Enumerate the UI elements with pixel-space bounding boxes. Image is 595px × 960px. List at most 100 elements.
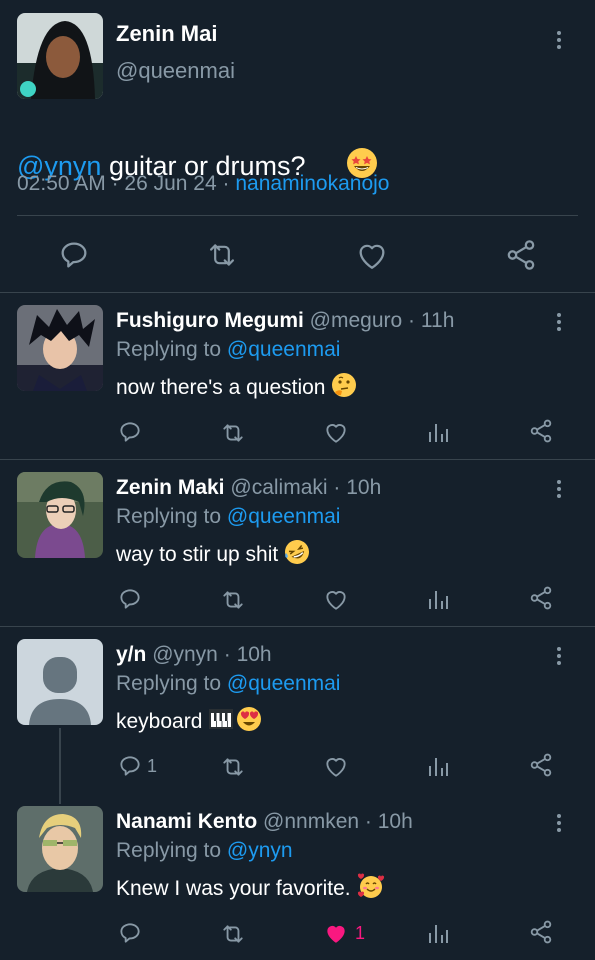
main-reply-button[interactable] — [57, 238, 91, 272]
reply-author-name[interactable]: Zenin Maki — [116, 476, 225, 499]
replying-to-handle[interactable]: @queenmai — [227, 672, 341, 695]
reply-button[interactable] — [117, 920, 147, 946]
reply-button[interactable]: 1 — [117, 753, 157, 779]
like-button[interactable] — [323, 587, 353, 611]
like-button-liked[interactable]: 1 — [323, 921, 365, 945]
reply-button[interactable] — [117, 586, 147, 612]
analytics-icon — [429, 424, 448, 442]
reply-body: keyboard — [116, 710, 203, 733]
retweet-button[interactable] — [219, 922, 247, 946]
reply-icon — [61, 242, 87, 268]
analytics-icon — [429, 591, 448, 609]
reply-avatar-megumi[interactable] — [17, 305, 103, 391]
replying-to-line: Replying to @ynyn — [116, 839, 293, 863]
main-author-handle[interactable]: @queenmai — [116, 58, 235, 84]
heart-filled-icon — [327, 925, 345, 943]
more-options-icon[interactable] — [557, 477, 563, 501]
share-button[interactable] — [528, 919, 554, 945]
analytics-icon — [429, 925, 448, 943]
reply-body: way to stir up shit — [116, 543, 279, 566]
tweet-meta: 02:50 AM · 26 Jun 24 · nanaminokanojo — [17, 172, 389, 196]
reply-icon — [120, 923, 140, 943]
reply-author-handle[interactable]: @meguro — [310, 309, 403, 332]
more-options-icon[interactable] — [557, 644, 563, 668]
reply-text: now there's a question — [116, 372, 357, 404]
meta-separator: · — [333, 476, 341, 499]
like-button[interactable] — [323, 420, 353, 444]
thread-line — [59, 728, 61, 804]
like-button[interactable] — [323, 754, 353, 778]
main-author-name[interactable]: Zenin Mai — [116, 21, 217, 47]
main-like-button[interactable] — [355, 239, 389, 271]
heart-icon — [359, 244, 385, 269]
main-tweet-text: @ynyn guitar or drums? — [17, 116, 378, 217]
reply-avatar-nanami[interactable] — [17, 806, 103, 892]
share-icon — [530, 586, 552, 610]
tweet-date: 26 Jun 24 — [124, 172, 217, 195]
meta-separator: · — [223, 643, 231, 666]
more-options-icon[interactable] — [557, 310, 563, 334]
replying-to-handle[interactable]: @queenmai — [227, 505, 341, 528]
like-count: 1 — [355, 922, 366, 943]
replying-to-label: Replying to — [116, 505, 222, 528]
reply-header: Fushiguro Megumi @meguro · 11h — [116, 309, 454, 333]
reply-author-handle[interactable]: @calimaki — [230, 476, 327, 499]
reply-header: Zenin Maki @calimaki · 10h — [116, 476, 381, 500]
divider — [0, 626, 595, 627]
reply-icon — [120, 422, 140, 442]
heart-icon — [326, 591, 346, 610]
share-button[interactable] — [528, 752, 554, 778]
replying-to-label: Replying to — [116, 839, 222, 862]
replying-to-label: Replying to — [116, 338, 222, 361]
retweet-button[interactable] — [219, 755, 247, 779]
reply-author-name[interactable]: Nanami Kento — [116, 810, 257, 833]
share-icon — [530, 753, 552, 777]
reply-author-name[interactable]: y/n — [116, 643, 146, 666]
meta-separator: · — [111, 172, 119, 195]
heart-icon — [326, 758, 346, 777]
reply-author-handle[interactable]: @nnmken — [263, 810, 359, 833]
share-button[interactable] — [528, 418, 554, 444]
replying-to-label: Replying to — [116, 672, 222, 695]
replying-to-handle[interactable]: @queenmai — [227, 338, 341, 361]
reply-button[interactable] — [117, 419, 147, 445]
analytics-button[interactable] — [427, 420, 449, 444]
reply-time: 11h — [420, 309, 455, 332]
reply-time: 10h — [236, 643, 272, 666]
meta-separator: · — [408, 309, 416, 332]
heart-eyes-emoji-icon — [236, 706, 262, 738]
reply-text: Knew I was your favorite. — [116, 873, 385, 905]
analytics-button[interactable] — [427, 587, 449, 611]
more-options-icon[interactable] — [557, 811, 563, 835]
reply-author-name[interactable]: Fushiguro Megumi — [116, 309, 304, 332]
star-struck-emoji-icon — [316, 116, 378, 217]
analytics-button[interactable] — [427, 921, 449, 945]
reply-author-handle[interactable]: @ynyn — [152, 643, 218, 666]
more-options-icon[interactable] — [557, 28, 563, 52]
replying-to-handle[interactable]: @ynyn — [227, 839, 293, 862]
reply-body: Knew I was your favorite. — [116, 877, 351, 900]
thinking-face-emoji-icon — [331, 372, 357, 404]
replying-to-line: Replying to @queenmai — [116, 338, 340, 362]
reply-text: way to stir up shit — [116, 539, 310, 571]
retweet-button[interactable] — [219, 588, 247, 612]
reply-icon — [120, 589, 140, 609]
retweet-button[interactable] — [219, 421, 247, 445]
reply-header: y/n @ynyn · 10h — [116, 643, 272, 667]
tweet-time: 02:50 AM — [17, 172, 106, 195]
heart-icon — [326, 424, 346, 443]
reply-body: now there's a question — [116, 376, 326, 399]
tweet-source-link[interactable]: nanaminokanojo — [235, 172, 389, 195]
reply-avatar-default[interactable] — [17, 639, 103, 725]
divider — [17, 215, 578, 216]
reply-icon — [120, 756, 140, 776]
share-button[interactable] — [528, 585, 554, 611]
retweet-icon — [210, 244, 234, 266]
main-author-avatar[interactable] — [17, 13, 103, 99]
share-icon — [530, 419, 552, 443]
main-share-button[interactable] — [504, 238, 538, 272]
main-retweet-button[interactable] — [205, 240, 239, 270]
meta-separator: · — [222, 172, 230, 195]
analytics-button[interactable] — [427, 754, 449, 778]
reply-avatar-maki[interactable] — [17, 472, 103, 558]
